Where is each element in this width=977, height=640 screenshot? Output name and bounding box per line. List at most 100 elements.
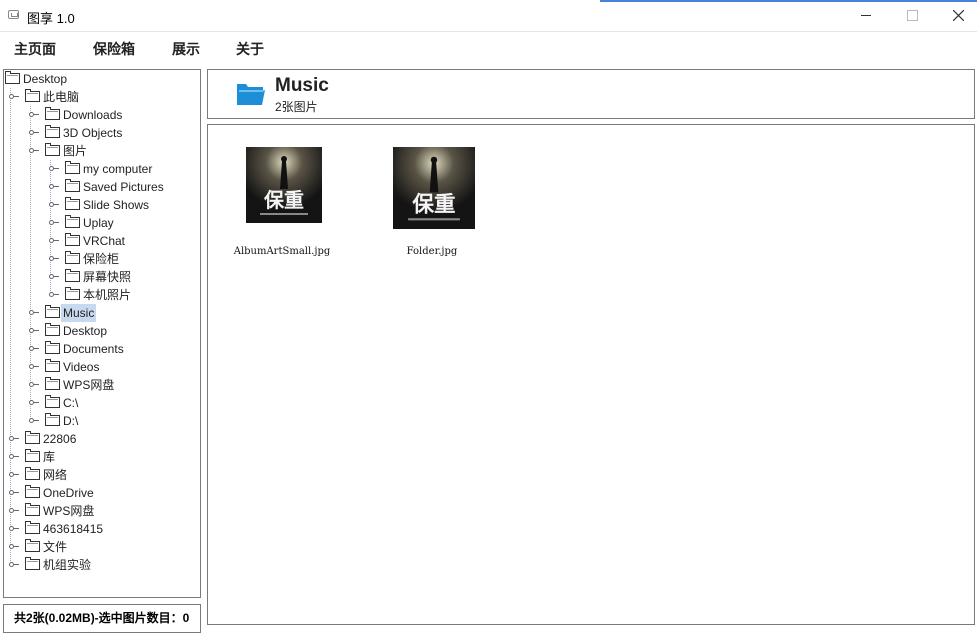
expand-toggle-icon[interactable]	[29, 400, 39, 405]
tree-item-label: WPS网盘	[43, 504, 95, 518]
expand-toggle-icon[interactable]	[29, 346, 39, 351]
expand-toggle-icon[interactable]	[9, 562, 19, 567]
expand-toggle-icon[interactable]	[9, 436, 19, 441]
folder-icon	[45, 395, 60, 408]
tree-item[interactable]: 保险柜	[4, 250, 200, 268]
tree-item[interactable]: 文件	[4, 538, 200, 556]
expand-toggle-icon[interactable]	[9, 472, 19, 477]
folder-icon	[45, 125, 60, 138]
tree-item-label: 本机照片	[83, 288, 132, 302]
expand-toggle-icon[interactable]	[29, 418, 39, 423]
expand-toggle-icon[interactable]	[9, 454, 19, 459]
folder-icon	[65, 197, 80, 210]
tree-item-label: VRChat	[83, 234, 126, 248]
tree-item[interactable]: C:\	[4, 394, 200, 412]
expand-toggle-icon[interactable]	[29, 148, 39, 153]
thumbnail-art-text: 保重	[411, 193, 455, 218]
image-thumbnail[interactable]: 保重 Folder.jpg	[367, 147, 497, 267]
tree-item[interactable]: WPS网盘	[4, 376, 200, 394]
expand-toggle-icon[interactable]	[49, 184, 59, 189]
tree-item[interactable]: Desktop	[4, 70, 200, 88]
tree-item-label: 机组实验	[43, 558, 92, 572]
expand-toggle-icon[interactable]	[29, 364, 39, 369]
tree-item[interactable]: VRChat	[4, 232, 200, 250]
folder-icon	[65, 161, 80, 174]
tree-item[interactable]: Uplay	[4, 214, 200, 232]
folder-icon	[45, 341, 60, 354]
folder-open-icon	[237, 84, 265, 105]
tree-item[interactable]: 屏幕快照	[4, 268, 200, 286]
folder-icon	[65, 269, 80, 282]
app-icon	[8, 10, 19, 19]
expand-toggle-icon[interactable]	[29, 130, 39, 135]
tree-item-label: C:\	[63, 396, 79, 410]
tree-item[interactable]: 机组实验	[4, 556, 200, 574]
expand-toggle-icon[interactable]	[49, 166, 59, 171]
menu-item-about[interactable]: 关于	[236, 39, 264, 59]
expand-toggle-icon[interactable]	[9, 508, 19, 513]
tree-item-label: D:\	[63, 414, 79, 428]
maximize-button[interactable]	[889, 0, 935, 31]
tree-item-label: Uplay	[83, 216, 114, 230]
expand-toggle-icon[interactable]	[9, 544, 19, 549]
expand-toggle-icon[interactable]	[9, 526, 19, 531]
maximize-icon	[906, 10, 918, 21]
tree-item-label: 库	[43, 450, 56, 464]
tree-item[interactable]: my computer	[4, 160, 200, 178]
tree-item[interactable]: 图片	[4, 142, 200, 160]
expand-toggle-icon[interactable]	[29, 310, 39, 315]
tree-item[interactable]: Slide Shows	[4, 196, 200, 214]
folder-icon	[25, 89, 40, 102]
folder-icon	[45, 413, 60, 426]
tree-item-label: Videos	[63, 360, 100, 374]
tree-item[interactable]: 网络	[4, 466, 200, 484]
folder-tree[interactable]: Desktop 此电脑 Downloads 3D Objects 图片 my comput…	[3, 69, 201, 598]
tree-item[interactable]: Downloads	[4, 106, 200, 124]
tree-item[interactable]: D:\	[4, 412, 200, 430]
menu-item-vault[interactable]: 保险箱	[93, 39, 135, 59]
menu-item-display[interactable]: 展示	[172, 39, 200, 59]
tree-item[interactable]: 此电脑	[4, 88, 200, 106]
tree-item-label: 文件	[43, 540, 68, 554]
window-title: 图享 1.0	[27, 11, 75, 26]
tree-item[interactable]: 本机照片	[4, 286, 200, 304]
menu-item-home[interactable]: 主页面	[14, 39, 56, 59]
expand-toggle-icon[interactable]	[49, 220, 59, 225]
tree-item[interactable]: Documents	[4, 340, 200, 358]
image-thumbnail[interactable]: 保重 AlbumArtSmall.jpg	[217, 147, 347, 267]
folder-icon	[65, 251, 80, 264]
menu-bar: 主页面 保险箱 展示 关于	[0, 32, 977, 62]
tree-item[interactable]: Music	[4, 304, 200, 322]
tree-item-label: 图片	[63, 144, 88, 158]
folder-icon	[25, 449, 40, 462]
tree-item[interactable]: 3D Objects	[4, 124, 200, 142]
tree-item[interactable]: OneDrive	[4, 484, 200, 502]
expand-toggle-icon[interactable]	[49, 238, 59, 243]
tree-item[interactable]: 22806	[4, 430, 200, 448]
tree-item[interactable]: 463618415	[4, 520, 200, 538]
folder-icon	[25, 557, 40, 570]
expand-toggle-icon[interactable]	[49, 292, 59, 297]
folder-icon	[45, 143, 60, 156]
expand-toggle-icon[interactable]	[29, 112, 39, 117]
expand-toggle-icon[interactable]	[49, 202, 59, 207]
close-button[interactable]	[935, 0, 977, 31]
expand-toggle-icon[interactable]	[9, 490, 19, 495]
tree-item-label: Downloads	[63, 108, 123, 122]
expand-toggle-icon[interactable]	[49, 274, 59, 279]
minimize-button[interactable]	[843, 0, 889, 31]
expand-toggle-icon[interactable]	[29, 382, 39, 387]
folder-icon	[45, 305, 60, 318]
tree-item[interactable]: WPS网盘	[4, 502, 200, 520]
expand-toggle-icon[interactable]	[9, 94, 19, 99]
tree-item[interactable]: 库	[4, 448, 200, 466]
expand-toggle-icon[interactable]	[49, 256, 59, 261]
tree-item[interactable]: Videos	[4, 358, 200, 376]
tree-item-label: 463618415	[43, 522, 104, 536]
image-grid: 保重 AlbumArtSmall.jpg 保重 Folder.jpg	[207, 124, 975, 625]
tree-item[interactable]: Saved Pictures	[4, 178, 200, 196]
folder-icon	[25, 521, 40, 534]
tree-item-label: 屏幕快照	[83, 270, 132, 284]
tree-item[interactable]: Desktop	[4, 322, 200, 340]
expand-toggle-icon[interactable]	[29, 328, 39, 333]
